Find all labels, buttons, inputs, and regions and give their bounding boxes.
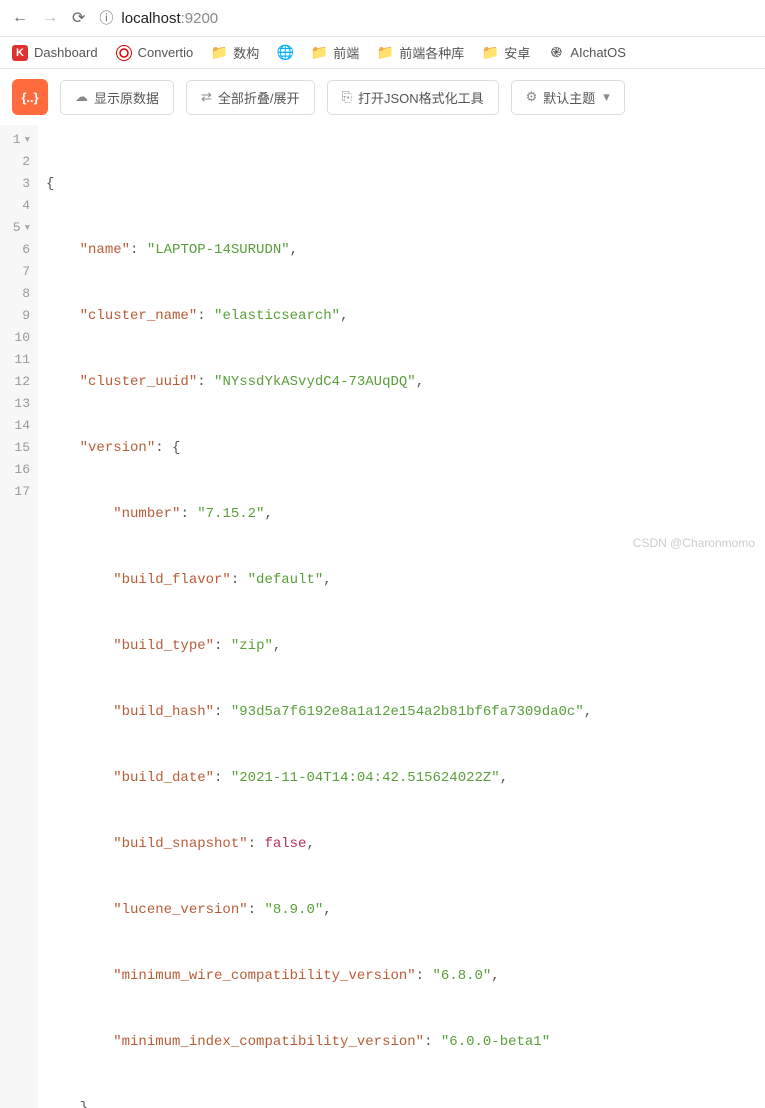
code-line: "build_snapshot": false,: [46, 833, 592, 855]
line-gutter: 1▼ 2 3 4 5▼ 6 7 8 9 10 11 12 13 14 15 16…: [0, 125, 38, 1108]
back-button[interactable]: ←: [12, 9, 28, 27]
collapse-icon: ⇄: [201, 89, 212, 105]
code-line: "minimum_index_compatibility_version": "…: [46, 1031, 592, 1053]
json-icon: ⎘: [342, 89, 352, 105]
convertio-icon: [116, 45, 132, 61]
code-line: "name": "LAPTOP-14SURUDN",: [46, 239, 592, 261]
fold-all-button[interactable]: ⇄全部折叠/展开: [186, 80, 315, 115]
json-toolbar: {..} ☁显示原数据 ⇄全部折叠/展开 ⎘打开JSON格式化工具 ⚙默认主题▾: [0, 69, 765, 125]
fold-icon[interactable]: ▼: [25, 129, 30, 151]
bookmark-folder-1[interactable]: 📁数构: [211, 43, 259, 62]
show-raw-button[interactable]: ☁显示原数据: [60, 80, 174, 115]
address-bar[interactable]: ⓘ localhost:9200: [99, 8, 753, 28]
ai-icon: ֎: [548, 45, 564, 61]
code-line: "lucene_version": "8.9.0",: [46, 899, 592, 921]
code-content[interactable]: { "name": "LAPTOP-14SURUDN", "cluster_na…: [38, 125, 600, 1108]
browser-nav-bar: ← → ⟳ ⓘ localhost:9200: [0, 0, 765, 37]
bookmark-aichatos[interactable]: ֎AIchatOS: [548, 45, 626, 61]
code-line: },: [46, 1097, 592, 1108]
url-text: localhost:9200: [121, 10, 218, 27]
folder-icon: 📁: [211, 45, 227, 61]
theme-button[interactable]: ⚙默认主题▾: [511, 80, 625, 115]
k-icon: K: [12, 45, 28, 61]
gear-icon: ⚙: [526, 89, 538, 105]
globe-icon: 🌐: [277, 45, 293, 61]
folder-icon: 📁: [377, 45, 393, 61]
code-line: "cluster_name": "elasticsearch",: [46, 305, 592, 327]
reload-button[interactable]: ⟳: [72, 8, 85, 28]
bookmark-dashboard[interactable]: KDashboard: [12, 45, 98, 61]
bookmark-convertio[interactable]: Convertio: [116, 45, 194, 61]
code-line: "build_date": "2021-11-04T14:04:42.51562…: [46, 767, 592, 789]
code-line: "build_flavor": "default",: [46, 569, 592, 591]
folder-icon: 📁: [311, 45, 327, 61]
code-line: "build_type": "zip",: [46, 635, 592, 657]
code-line: "minimum_wire_compatibility_version": "6…: [46, 965, 592, 987]
chevron-down-icon: ▾: [603, 89, 610, 105]
info-icon[interactable]: ⓘ: [99, 8, 113, 28]
bookmark-folder-4[interactable]: 📁安卓: [482, 43, 530, 62]
bookmark-folder-2[interactable]: 📁前端: [311, 43, 359, 62]
bookmark-folder-3[interactable]: 📁前端各种库: [377, 43, 464, 62]
json-viewer: 1▼ 2 3 4 5▼ 6 7 8 9 10 11 12 13 14 15 16…: [0, 125, 765, 1108]
bookmarks-bar: KDashboard Convertio 📁数构 🌐 📁前端 📁前端各种库 📁安…: [0, 37, 765, 69]
cloud-icon: ☁: [75, 89, 88, 105]
code-line: "version": {: [46, 437, 592, 459]
forward-button[interactable]: →: [42, 9, 58, 27]
code-line: "number": "7.15.2",: [46, 503, 592, 525]
open-formatter-button[interactable]: ⎘打开JSON格式化工具: [327, 80, 499, 115]
fold-icon[interactable]: ▼: [25, 217, 30, 239]
watermark: CSDN @Charonmomo: [633, 536, 755, 550]
code-line: "cluster_uuid": "NYssdYkASvydC4-73AUqDQ"…: [46, 371, 592, 393]
folder-icon: 📁: [482, 45, 498, 61]
bookmark-globe[interactable]: 🌐: [277, 45, 293, 61]
extension-icon[interactable]: {..}: [12, 79, 48, 115]
code-line: "build_hash": "93d5a7f6192e8a1a12e154a2b…: [46, 701, 592, 723]
code-line: {: [46, 173, 592, 195]
